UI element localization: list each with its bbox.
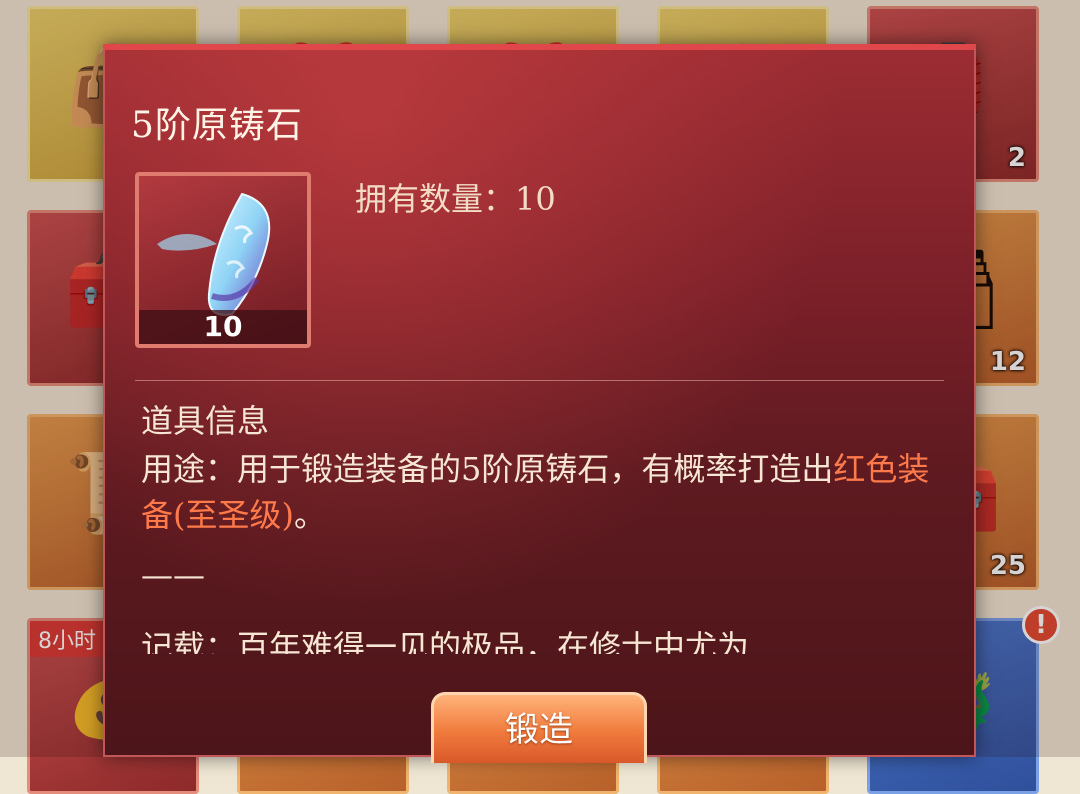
crystal-icon xyxy=(157,192,271,316)
owned-value: 10 xyxy=(515,180,556,218)
usage-suffix: 。 xyxy=(293,496,326,534)
usage-text: 用途：用于锻造装备的5阶原铸石，有概率打造出 xyxy=(141,450,834,488)
forge-button[interactable]: 锻造 xyxy=(431,692,647,763)
owned-count: 拥有数量：10 xyxy=(355,174,556,220)
owned-label: 拥有数量： xyxy=(355,180,516,218)
lore-text: 记载：百年难得一见的极品，在修士中尤为 xyxy=(141,628,750,654)
item-quantity: 10 xyxy=(139,310,307,344)
item-title: 5阶原铸石 xyxy=(131,105,303,146)
item-icon-frame: 10 xyxy=(135,172,311,348)
divider xyxy=(135,380,944,381)
usage-description: 用途：用于锻造装备的5阶原铸石，有概率打造出红色装备(至圣级)。 xyxy=(141,446,951,538)
separator-dashes: —— xyxy=(141,556,205,594)
section-title-item-info: 道具信息 xyxy=(141,402,270,440)
item-detail-popup: 5阶原铸石 10 拥有数量：10 道具信息 用途：用于锻造装备的5阶原铸石，有概… xyxy=(103,44,976,763)
